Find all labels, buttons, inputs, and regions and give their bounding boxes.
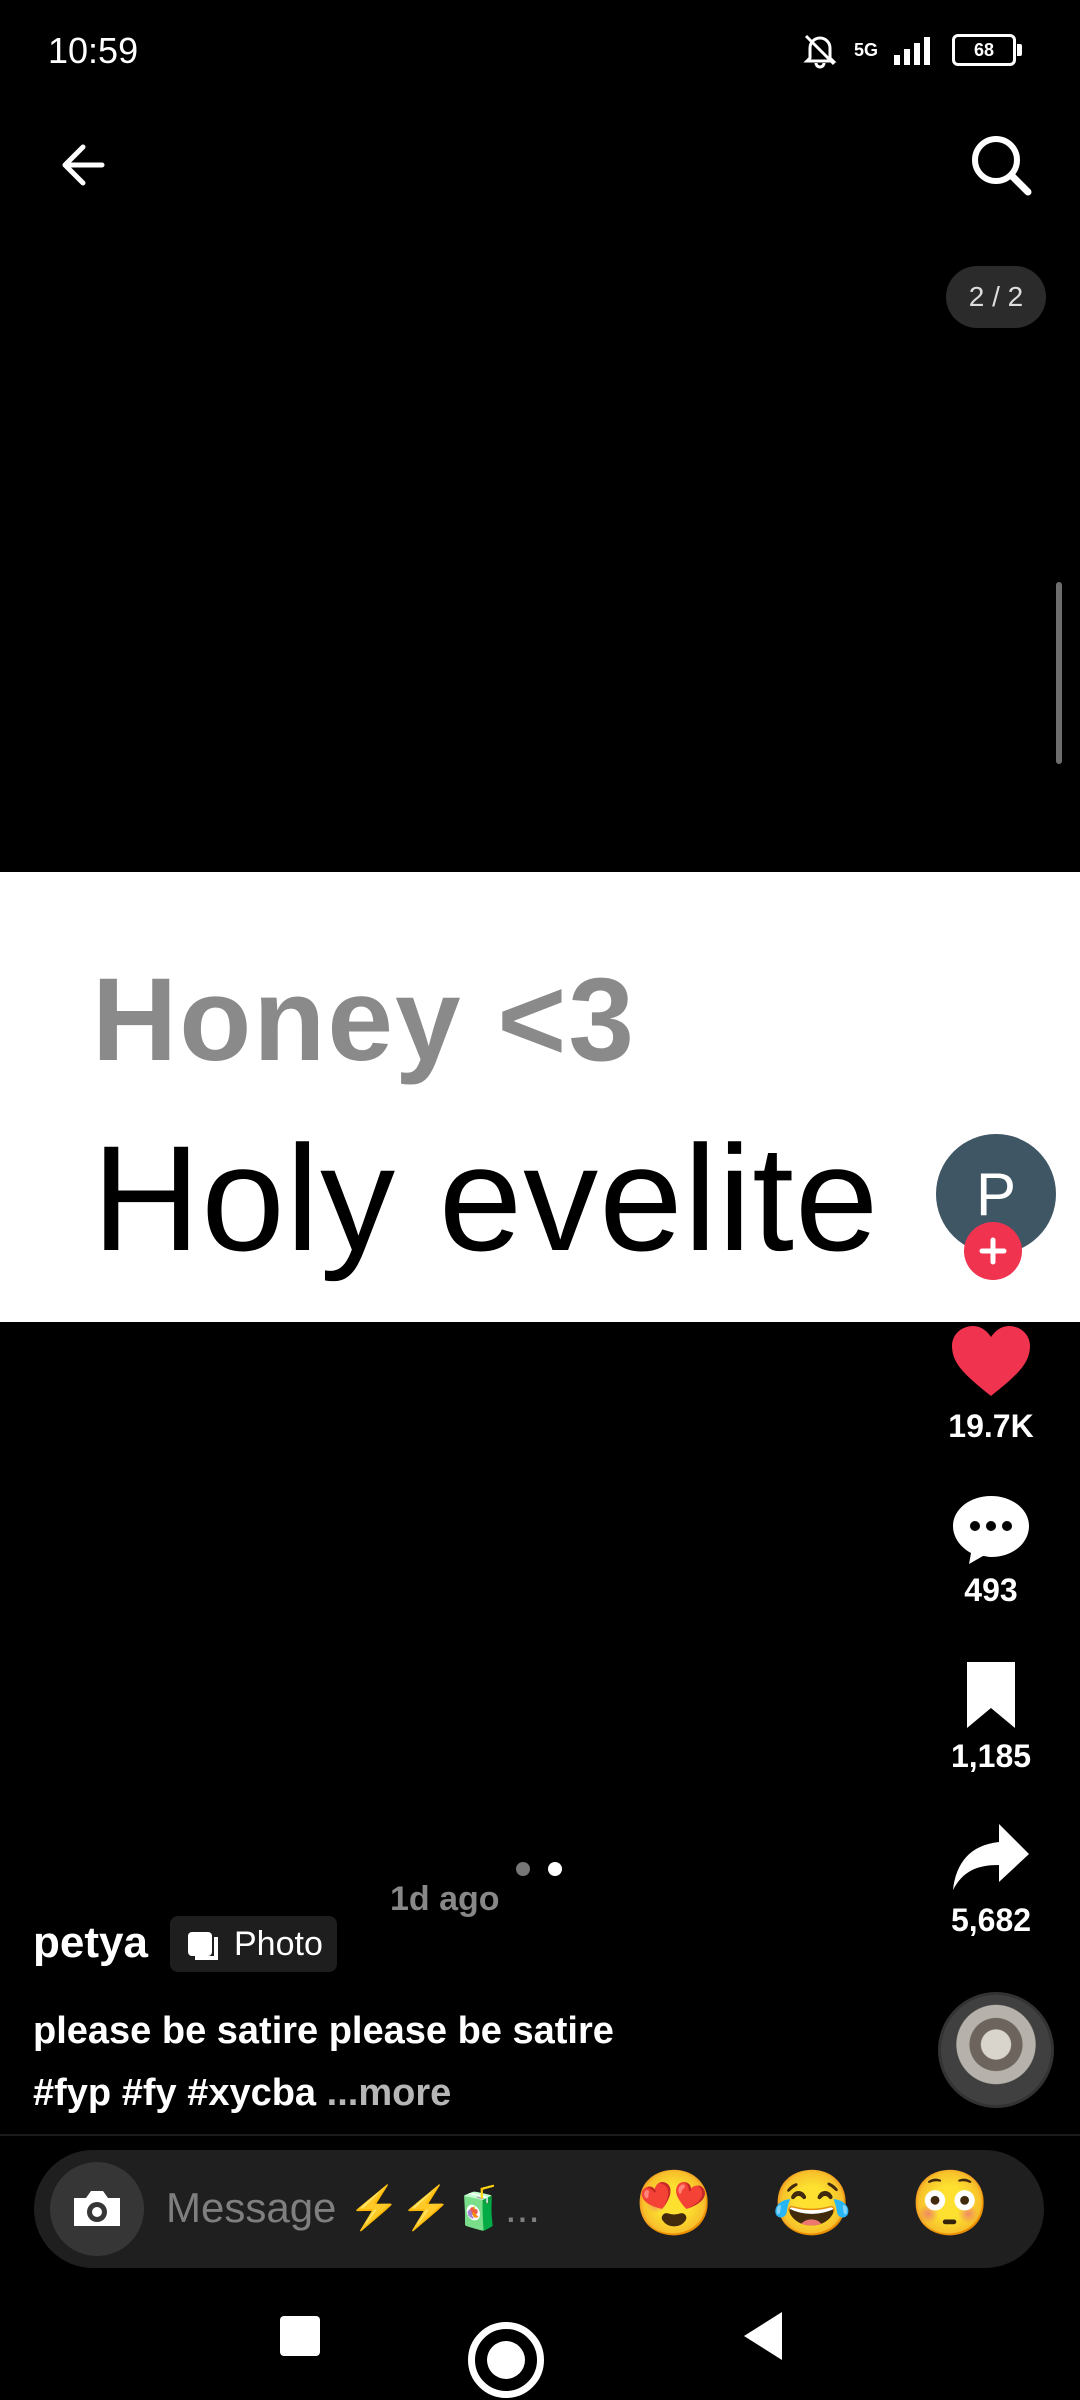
arrow-left-icon (62, 144, 105, 186)
system-back-button[interactable] (744, 2312, 782, 2360)
page-indicator: 2 / 2 (946, 266, 1046, 328)
emoji-button[interactable]: 😍 (634, 2166, 714, 2241)
carousel-dot[interactable] (516, 1862, 530, 1876)
plus-icon (979, 1237, 1007, 1265)
search-button[interactable] (964, 128, 1038, 202)
hashtag[interactable]: #fyp (33, 2072, 111, 2114)
message-input[interactable]: Message ⚡⚡🧃... (166, 2184, 540, 2233)
share-count: 5,682 (950, 1902, 1032, 1938)
heart-icon (952, 1326, 1030, 1396)
emoji-button[interactable]: 😂 (772, 2166, 852, 2241)
share-icon (953, 1824, 1029, 1890)
save-count: 1,185 (950, 1738, 1032, 1774)
battery-level: 68 (973, 39, 995, 60)
comment-count: 493 (964, 1572, 1018, 1608)
caption-text: please be satire please be satire (33, 2010, 614, 2052)
recent-apps-button[interactable] (280, 2316, 320, 2356)
hashtag[interactable]: #xycba (187, 2072, 316, 2114)
scrollbar[interactable] (1056, 582, 1062, 764)
signal-icon (894, 37, 930, 65)
photo-badge: Photo (170, 1916, 337, 1972)
save-button[interactable]: 1,185 (916, 1658, 1066, 1775)
hashtag[interactable]: #fy (122, 2072, 177, 2114)
post-age-text: 1d ago (390, 1880, 500, 1918)
carousel-dot[interactable] (548, 1862, 562, 1876)
bookmark-icon (967, 1662, 1015, 1728)
music-disc[interactable] (938, 1992, 1054, 2108)
photo-subline: Holy evelite (92, 1114, 880, 1282)
network-label: 5G (853, 39, 878, 60)
mute-bell-icon (803, 34, 837, 69)
status-time: 10:59 (48, 30, 139, 71)
back-button[interactable] (50, 130, 120, 200)
battery-icon: 68 (952, 34, 1022, 66)
comment-icon (953, 1496, 1029, 1564)
hashtags: #fyp #fy #xycba ...more (33, 2062, 933, 2124)
like-count: 19.7K (948, 1408, 1034, 1444)
camera-icon (74, 2191, 120, 2226)
share-button[interactable]: 5,682 (916, 1820, 1066, 1939)
caption: please be satire please be satire #fyp #… (33, 2000, 933, 2124)
more-link[interactable]: ...more (327, 2072, 452, 2114)
carousel-dots[interactable] (516, 1862, 562, 1876)
like-button[interactable]: 19.7K (916, 1324, 1066, 1445)
avatar-letter: P (975, 1160, 1017, 1228)
follow-button[interactable] (964, 1222, 1022, 1280)
search-icon (972, 136, 1032, 196)
divider (0, 2134, 1080, 2136)
photo-badge-label: Photo (234, 1924, 323, 1963)
home-button[interactable] (468, 2322, 544, 2398)
photo-stack-icon (188, 1932, 218, 1960)
creator-username[interactable]: petya (33, 1918, 148, 1968)
status-icons: 5G 68 (800, 30, 1022, 70)
photo-headline: Honey <3 (92, 954, 636, 1086)
emoji-button[interactable]: 😳 (910, 2166, 990, 2241)
camera-button[interactable] (50, 2162, 144, 2256)
comment-button[interactable]: 493 (916, 1492, 1066, 1609)
